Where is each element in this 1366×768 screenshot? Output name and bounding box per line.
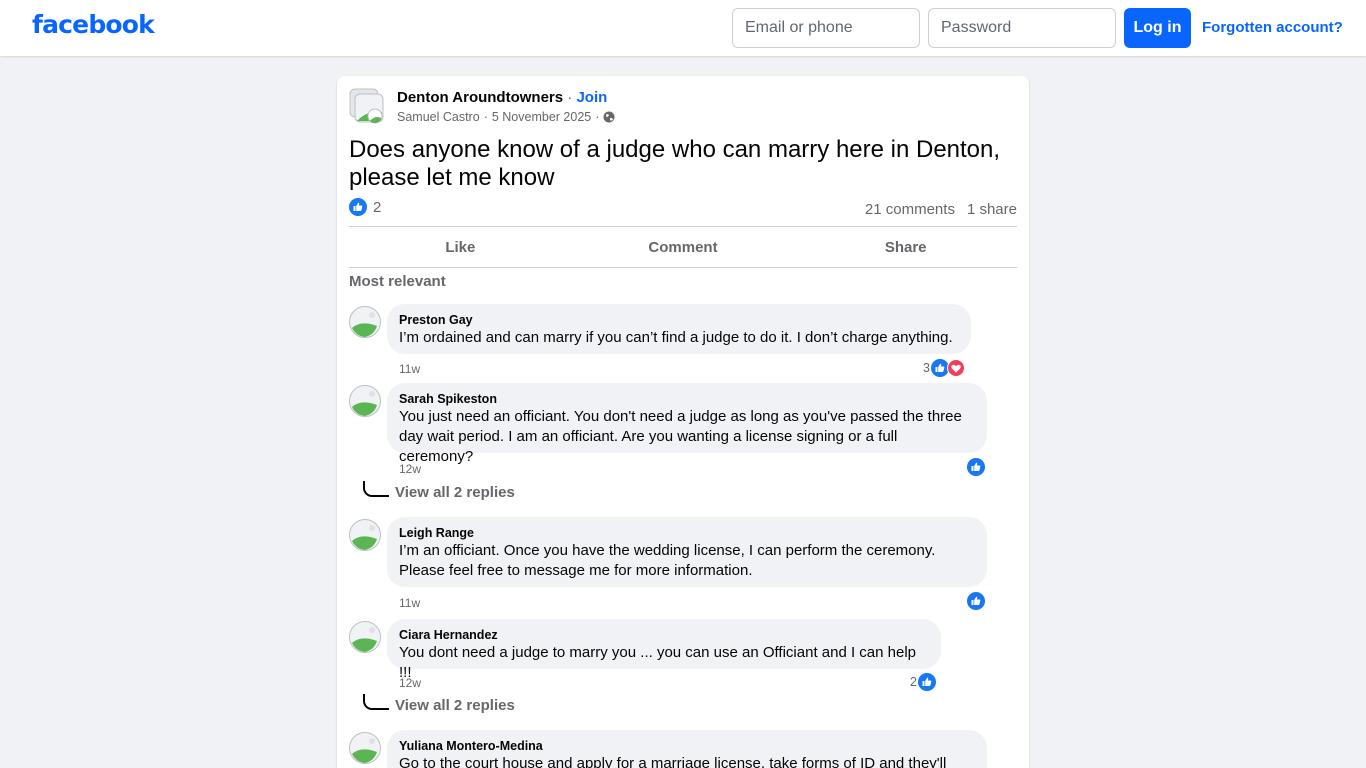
comment-text: I’m an officiant. Once you have the wedd… — [399, 542, 936, 579]
comment-bubble: Ciara Hernandez You dont need a judge to… — [387, 619, 941, 681]
view-replies-label: View all 2 replies — [395, 697, 515, 714]
post-actions: Like Comment Share — [349, 227, 1017, 267]
comment-bubble: Yuliana Montero-Medina Go to the court h… — [387, 730, 987, 768]
commenter-name[interactable]: Yuliana Montero-Medina — [399, 738, 975, 754]
group-name[interactable]: Denton Aroundtowners — [397, 89, 563, 106]
avatar[interactable] — [349, 621, 381, 653]
comment-text: Go to the court house and apply for a ma… — [399, 755, 947, 768]
post-meta: Samuel Castro · 5 November 2025 · — [397, 110, 615, 124]
top-bar: facebook Log in Forgotten account? — [0, 0, 1366, 56]
facebook-logo[interactable]: facebook — [32, 10, 155, 39]
reply-connector — [363, 481, 389, 497]
like-icon — [967, 592, 985, 610]
commenter-name[interactable]: Leigh Range — [399, 525, 975, 541]
comment-reactions[interactable]: 2 — [910, 673, 936, 691]
like-button[interactable]: Like — [349, 227, 572, 267]
comment-bubble: Preston Gay I’m ordained and can marry i… — [387, 304, 971, 354]
comment-bubble: Sarah Spikeston You just need an officia… — [387, 383, 987, 465]
reaction-count-group[interactable]: 2 — [349, 198, 381, 216]
like-icon — [967, 458, 985, 476]
separator: · — [483, 110, 488, 124]
comment-reactions[interactable] — [967, 592, 985, 610]
divider — [349, 267, 1017, 268]
like-icon — [917, 673, 936, 691]
comment-reactions[interactable] — [967, 458, 985, 476]
avatar[interactable] — [349, 306, 381, 338]
comment-time[interactable]: 11w — [399, 362, 420, 376]
comment-reaction-count: 3 — [923, 361, 930, 375]
post-text: Does anyone know of a judge who can marr… — [349, 136, 1001, 191]
group-avatar[interactable] — [349, 88, 385, 124]
post-author[interactable]: Samuel Castro — [397, 110, 480, 124]
comment-time[interactable]: 12w — [399, 676, 421, 690]
forgot-account-link[interactable]: Forgotten account? — [1202, 19, 1343, 36]
view-replies-link[interactable]: View all 2 replies — [363, 694, 515, 714]
avatar[interactable] — [349, 385, 381, 417]
post-card: Denton Aroundtowners · Join Samuel Castr… — [337, 76, 1029, 768]
globe-icon — [603, 111, 615, 123]
commenter-name[interactable]: Preston Gay — [399, 312, 959, 328]
avatar[interactable] — [349, 732, 381, 764]
login-button[interactable]: Log in — [1124, 8, 1191, 48]
comments-count[interactable]: 21 comments — [865, 201, 955, 218]
view-replies-label: View all 2 replies — [395, 484, 515, 501]
comment-button[interactable]: Comment — [572, 227, 795, 267]
comment-bubble: Leigh Range I’m an officiant. Once you h… — [387, 517, 987, 587]
join-button[interactable]: Join — [576, 89, 607, 106]
comment-text: You just need an officiant. You don't ne… — [399, 408, 962, 465]
reply-connector — [363, 694, 389, 710]
avatar[interactable] — [349, 519, 381, 551]
shares-count[interactable]: 1 share — [967, 201, 1017, 218]
engagement-counts: 21 comments 1 share — [865, 201, 1017, 218]
commenter-name[interactable]: Ciara Hernandez — [399, 627, 929, 643]
reaction-summary: 2 21 comments 1 share — [349, 198, 1017, 222]
comment-reaction-count: 2 — [910, 675, 917, 689]
comment-text: I’m ordained and can marry if you can’t … — [399, 329, 953, 346]
like-icon — [349, 198, 367, 216]
comment-sort[interactable]: Most relevant — [349, 273, 446, 290]
comment-text: You dont need a judge to marry you ... y… — [399, 644, 917, 681]
commenter-name[interactable]: Sarah Spikeston — [399, 391, 975, 407]
view-replies-link[interactable]: View all 2 replies — [363, 481, 515, 501]
share-button[interactable]: Share — [794, 227, 1017, 267]
post-date[interactable]: 5 November 2025 — [492, 110, 591, 124]
separator: · — [567, 89, 573, 106]
comment-time[interactable]: 12w — [399, 462, 421, 476]
reaction-count: 2 — [373, 198, 382, 216]
password-field[interactable] — [928, 8, 1116, 48]
separator: · — [595, 110, 600, 124]
post-header: Denton Aroundtowners · Join — [397, 89, 607, 106]
email-field[interactable] — [732, 8, 920, 48]
comment-time[interactable]: 11w — [399, 596, 420, 610]
comment-reactions[interactable]: 3 — [923, 359, 965, 377]
love-icon — [946, 359, 965, 377]
